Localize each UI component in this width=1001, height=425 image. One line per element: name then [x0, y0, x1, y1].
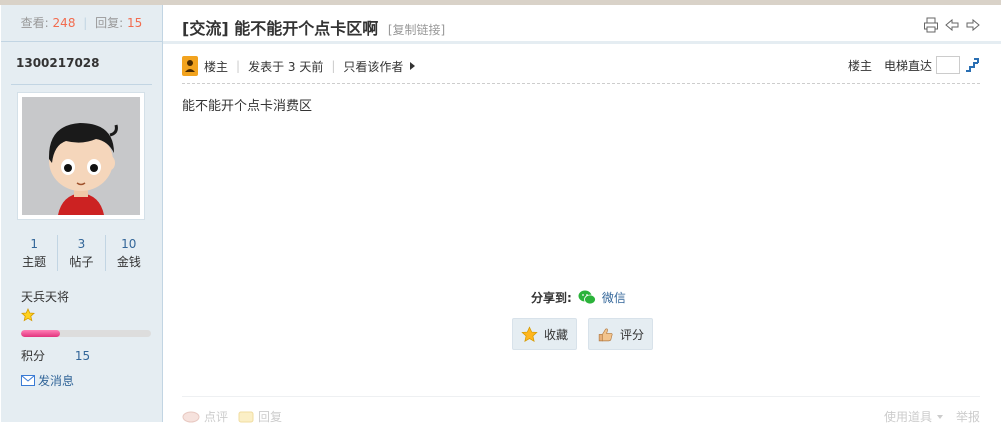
only-author-link[interactable]: 只看该作者 — [343, 58, 417, 75]
share-label: 分享到: — [531, 291, 572, 305]
elevator-go-icon[interactable] — [964, 57, 980, 73]
author-sidebar: 查看: 248 | 回复: 15 1300217028 1 主题 3 帖子 10… — [1, 5, 163, 422]
share-row: 分享到: 微信 — [531, 289, 626, 306]
replies-count: 15 — [127, 16, 143, 30]
post-main: [交流] 能不能开个点卡区啊 [复制链接] 楼主 | 发表于 3 天前 | 只看… — [163, 5, 1001, 425]
count-value: 1 — [30, 237, 38, 251]
rate-button[interactable]: 评分 — [588, 318, 654, 350]
prev-thread-icon[interactable] — [944, 17, 960, 33]
post-meta: 楼主 | 发表于 3 天前 | 只看该作者 — [182, 56, 417, 76]
meta-separator: | — [331, 59, 336, 73]
print-icon[interactable] — [923, 17, 939, 33]
thread-title: [交流] 能不能开个点卡区啊 [复制链接] — [182, 15, 445, 39]
count-label: 主题 — [22, 255, 47, 269]
post-content: 能不能开个点卡消费区 — [182, 99, 313, 114]
rate-label: 评分 — [620, 327, 645, 342]
title-row: [交流] 能不能开个点卡区啊 [复制链接] — [163, 5, 1001, 44]
footer-left-actions: 点评 回复 — [182, 408, 282, 425]
star-icon — [521, 325, 538, 342]
favorite-label: 收藏 — [544, 327, 569, 342]
use-tools-menu[interactable]: 使用道具 — [884, 408, 944, 425]
count-money[interactable]: 10 金钱 — [106, 235, 152, 271]
divider — [11, 84, 152, 85]
views-label: 查看: — [20, 16, 49, 30]
post-action-buttons: 收藏 评分 — [512, 318, 654, 350]
thread-title-text: 能不能开个点卡区啊 — [234, 19, 379, 38]
count-label: 帖子 — [69, 255, 94, 269]
username-link[interactable]: 1300217028 — [16, 56, 100, 70]
floor-label: 楼主 — [847, 58, 872, 73]
send-message-link[interactable]: 发消息 — [21, 372, 74, 389]
post-author-row: 楼主 | 发表于 3 天前 | 只看该作者 楼主 电梯直达 — [182, 53, 980, 84]
reply-label: 回复 — [258, 410, 283, 424]
post-time: 发表于 3 天前 — [248, 59, 324, 74]
triangle-right-icon — [410, 62, 416, 70]
report-link[interactable]: 举报 — [956, 408, 980, 425]
chevron-down-icon — [936, 414, 943, 419]
meta-separator: | — [236, 59, 241, 73]
level-progress-bar — [21, 330, 151, 337]
user-counts: 1 主题 3 帖子 10 金钱 — [11, 235, 152, 271]
reply-link[interactable]: 回复 — [238, 408, 282, 425]
stats-separator: | — [83, 16, 88, 30]
favorite-button[interactable]: 收藏 — [512, 318, 578, 350]
copy-link[interactable]: [复制链接] — [388, 23, 445, 37]
replies-label: 回复: — [95, 16, 124, 30]
use-tools-label: 使用道具 — [883, 410, 932, 424]
thread-tag[interactable]: [交流] — [182, 19, 229, 38]
thumbs-up-icon — [598, 328, 613, 341]
points-value[interactable]: 15 — [75, 349, 90, 363]
footer-right-actions: 使用道具 举报 — [884, 408, 980, 425]
share-wechat-link[interactable]: 微信 — [602, 289, 626, 306]
comment-icon — [182, 411, 200, 422]
author-role: 楼主 — [204, 59, 229, 74]
user-rank[interactable]: 天兵天将 — [21, 288, 69, 305]
level-progress-fill — [21, 330, 60, 337]
post-footer: 点评 回复 使用道具 举报 — [182, 396, 980, 425]
count-label: 金钱 — [116, 255, 141, 269]
floor-jump-input[interactable] — [936, 56, 960, 74]
reply-icon — [238, 411, 254, 422]
count-value: 3 — [77, 237, 86, 251]
avatar[interactable] — [17, 92, 145, 220]
elevator-label: 电梯直达 — [883, 58, 932, 73]
views-count: 248 — [52, 16, 76, 30]
mail-icon — [21, 375, 35, 386]
floor-nav: 楼主 电梯直达 — [848, 56, 980, 74]
points-row: 积分 15 — [21, 347, 90, 364]
only-author-label: 只看该作者 — [343, 59, 404, 74]
thread-stats: 查看: 248 | 回复: 15 — [1, 5, 162, 42]
points-label: 积分 — [21, 349, 46, 363]
star-icon — [21, 308, 35, 325]
wechat-icon[interactable] — [578, 290, 596, 305]
title-icons — [923, 17, 981, 33]
count-topics[interactable]: 1 主题 — [11, 235, 59, 271]
comment-link[interactable]: 点评 — [182, 408, 228, 425]
count-value: 10 — [121, 237, 137, 251]
count-posts[interactable]: 3 帖子 — [58, 235, 106, 271]
comment-label: 点评 — [204, 410, 229, 424]
thread-starter-icon — [182, 56, 198, 76]
avatar-image — [22, 97, 140, 215]
send-message-label: 发消息 — [38, 374, 75, 388]
next-thread-icon[interactable] — [965, 17, 981, 33]
